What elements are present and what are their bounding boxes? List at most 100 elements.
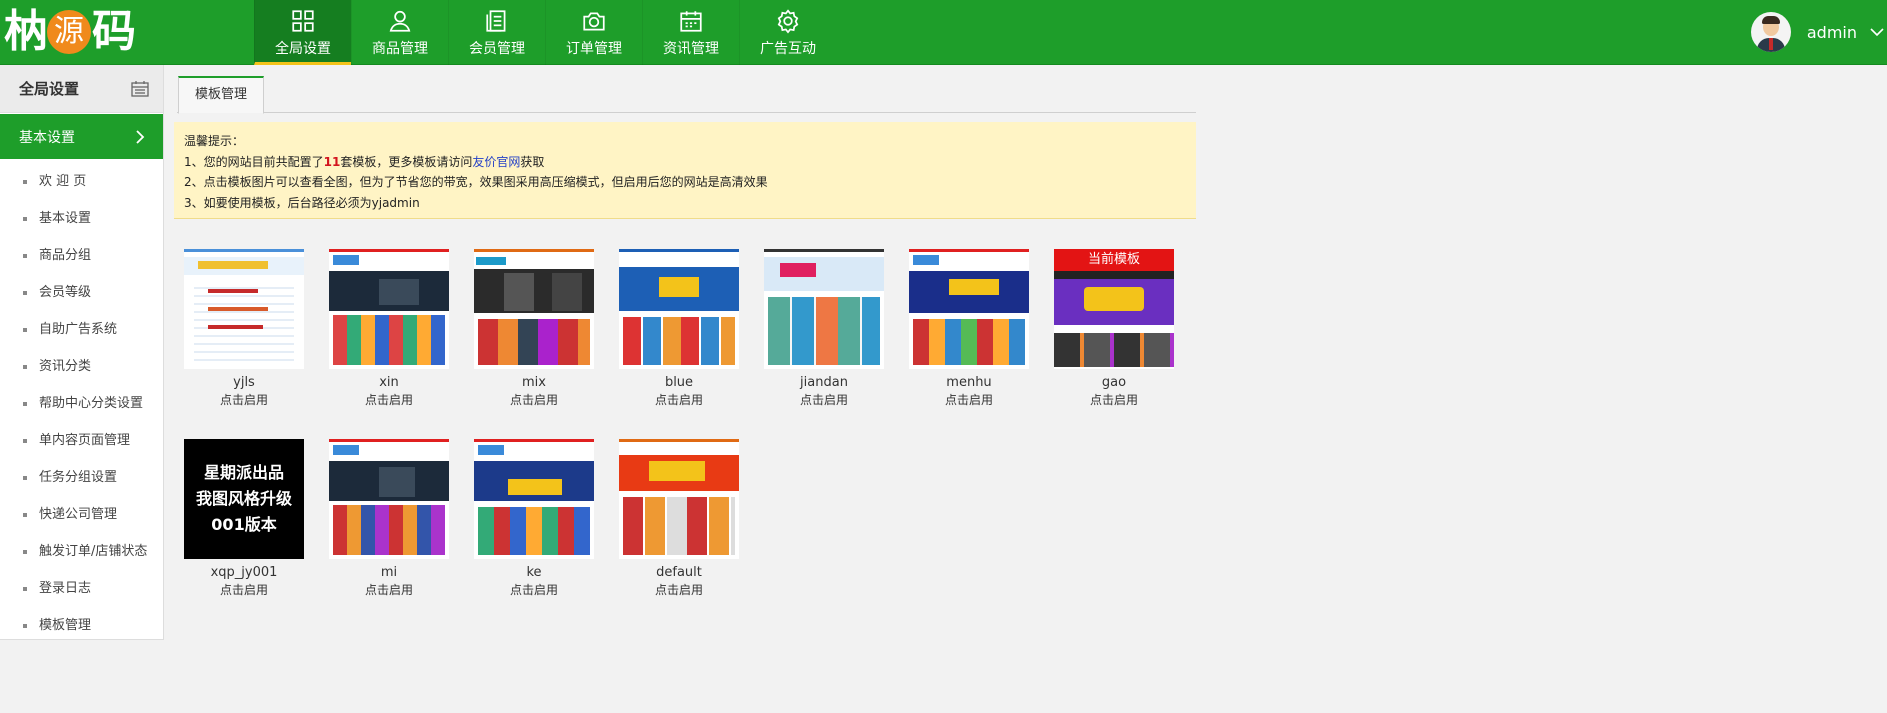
notice-line-1: 1、您的网站目前共配置了11套模板，更多模板请访问友价官网获取 bbox=[184, 154, 545, 169]
logo-text-left: 枘 bbox=[4, 6, 48, 57]
template-thumbnail[interactable]: 星期派出品 我图风格升级 001版本 bbox=[184, 439, 304, 559]
enable-template-link[interactable]: 点击启用 bbox=[474, 391, 594, 409]
calendar-icon[interactable] bbox=[130, 79, 150, 99]
template-thumbnail[interactable] bbox=[329, 439, 449, 559]
tips-notice: 温馨提示： 1、您的网站目前共配置了11套模板，更多模板请访问友价官网获取 2、… bbox=[174, 122, 1196, 219]
template-name: gao bbox=[1101, 375, 1127, 390]
thumbnail-caption-line: 星期派出品 bbox=[203, 463, 284, 482]
sidebar-item-single-pages[interactable]: 单内容页面管理 bbox=[0, 422, 163, 459]
thumbnail-caption-line: 001版本 bbox=[211, 515, 277, 534]
enable-template-link[interactable]: 点击启用 bbox=[764, 391, 884, 409]
sidebar-item-product-groups[interactable]: 商品分组 bbox=[0, 237, 163, 274]
template-thumbnail[interactable] bbox=[764, 249, 884, 369]
sidebar-item-couriers[interactable]: 快递公司管理 bbox=[0, 496, 163, 533]
sidebar-title: 全局设置 bbox=[19, 80, 80, 98]
nav-order-management[interactable]: 订单管理 bbox=[545, 0, 642, 65]
username: admin bbox=[1806, 22, 1857, 42]
template-name: menhu bbox=[946, 375, 992, 390]
template-card-mi: mi 点击启用 bbox=[329, 439, 449, 599]
grid-icon bbox=[292, 10, 314, 32]
sidebar-section-label: 基本设置 bbox=[19, 129, 75, 146]
logo[interactable]: 枘 源 码 bbox=[4, 4, 144, 60]
nav-global-settings[interactable]: 全局设置 bbox=[254, 0, 351, 65]
sidebar: 全局设置 基本设置 欢 迎 页 基本设置 商品分组 会员等级 自助广告系统 资讯… bbox=[0, 65, 164, 640]
user-icon bbox=[389, 10, 411, 32]
sidebar-item-login-log[interactable]: 登录日志 bbox=[0, 570, 163, 607]
official-site-link[interactable]: 友价官网 bbox=[472, 155, 520, 169]
enable-template-link[interactable]: 点击启用 bbox=[329, 391, 449, 409]
enable-template-link[interactable]: 点击启用 bbox=[184, 581, 304, 599]
template-card-jiandan: jiandan 点击启用 bbox=[764, 249, 884, 409]
template-thumbnail[interactable] bbox=[619, 439, 739, 559]
nav-news-management[interactable]: 资讯管理 bbox=[642, 0, 739, 65]
sidebar-section-basic-settings[interactable]: 基本设置 bbox=[0, 114, 163, 159]
nav-member-management[interactable]: 会员管理 bbox=[448, 0, 545, 65]
user-menu[interactable]: admin bbox=[1750, 10, 1887, 54]
nav-label: 广告互动 bbox=[760, 41, 816, 57]
enable-template-link[interactable]: 点击启用 bbox=[329, 581, 449, 599]
nav-label: 资讯管理 bbox=[663, 41, 719, 57]
template-name: mi bbox=[380, 565, 398, 580]
enable-template-link[interactable]: 点击启用 bbox=[909, 391, 1029, 409]
enable-template-link[interactable]: 点击启用 bbox=[619, 391, 739, 409]
template-card-menhu: menhu 点击启用 bbox=[909, 249, 1029, 409]
template-name: default bbox=[656, 565, 702, 580]
enable-template-link[interactable]: 点击启用 bbox=[474, 581, 594, 599]
template-thumbnail[interactable] bbox=[184, 249, 304, 369]
nav-label: 会员管理 bbox=[469, 41, 525, 57]
avatar[interactable] bbox=[1750, 12, 1791, 52]
template-name: blue bbox=[664, 375, 694, 390]
sidebar-item-news-categories[interactable]: 资讯分类 bbox=[0, 348, 163, 385]
nav-ad-interaction[interactable]: 广告互动 bbox=[739, 0, 836, 65]
template-thumbnail[interactable] bbox=[474, 249, 594, 369]
sidebar-item-welcome[interactable]: 欢 迎 页 bbox=[0, 163, 163, 200]
sidebar-item-basic-settings[interactable]: 基本设置 bbox=[0, 200, 163, 237]
notice-line-2: 2、点击模板图片可以查看全图，但为了节省您的带宽，效果图采用高压缩模式，但启用后… bbox=[184, 175, 768, 189]
notice-title: 温馨提示： bbox=[184, 134, 245, 148]
main-nav: 全局设置 商品管理 会员管理 订单管理 资讯管理 广告互动 bbox=[254, 0, 836, 65]
sidebar-header: 全局设置 bbox=[0, 65, 163, 113]
top-navigation-bar: 枘 源 码 全局设置 商品管理 会员管理 订单管理 资讯管理 广告互动 admi… bbox=[0, 0, 1887, 65]
template-name: mix bbox=[522, 375, 546, 390]
nav-label: 全局设置 bbox=[275, 41, 331, 57]
enable-template-link[interactable]: 点击启用 bbox=[1054, 391, 1174, 409]
chevron-right-icon bbox=[136, 129, 145, 144]
logo-text-right: 码 bbox=[92, 6, 136, 57]
calendar-icon bbox=[680, 11, 702, 32]
sidebar-item-help-categories[interactable]: 帮助中心分类设置 bbox=[0, 385, 163, 422]
sidebar-item-self-service-ads[interactable]: 自助广告系统 bbox=[0, 311, 163, 348]
template-thumbnail[interactable] bbox=[474, 439, 594, 559]
tab-template-management[interactable]: 模板管理 bbox=[178, 76, 264, 114]
template-thumbnail[interactable]: 当前模板 bbox=[1054, 249, 1174, 369]
template-card-default: default 点击启用 bbox=[619, 439, 739, 599]
template-thumbnail[interactable] bbox=[329, 249, 449, 369]
template-card-blue: blue 点击启用 bbox=[619, 249, 739, 409]
nav-label: 商品管理 bbox=[372, 41, 428, 57]
camera-icon bbox=[583, 12, 605, 31]
logo-badge: 源 bbox=[47, 10, 91, 54]
template-name: xin bbox=[379, 375, 399, 390]
chevron-down-icon[interactable] bbox=[1869, 24, 1885, 40]
gear-icon bbox=[777, 9, 799, 34]
sidebar-item-task-groups[interactable]: 任务分组设置 bbox=[0, 459, 163, 496]
nav-product-management[interactable]: 商品管理 bbox=[351, 0, 448, 65]
tab-bar: 模板管理 bbox=[177, 75, 1196, 114]
template-thumbnail[interactable] bbox=[619, 249, 739, 369]
sidebar-item-member-levels[interactable]: 会员等级 bbox=[0, 274, 163, 311]
template-card-xin: xin 点击启用 bbox=[329, 249, 449, 409]
template-card-mix: mix 点击启用 bbox=[474, 249, 594, 409]
template-name: xqp_jy001 bbox=[210, 565, 278, 580]
template-thumbnail[interactable] bbox=[909, 249, 1029, 369]
sidebar-item-template-management[interactable]: 模板管理 bbox=[0, 607, 163, 644]
enable-template-link[interactable]: 点击启用 bbox=[184, 391, 304, 409]
template-count: 11 bbox=[323, 154, 341, 169]
template-name: ke bbox=[526, 565, 542, 580]
sidebar-menu: 欢 迎 页 基本设置 商品分组 会员等级 自助广告系统 资讯分类 帮助中心分类设… bbox=[0, 159, 163, 644]
nav-label: 订单管理 bbox=[566, 41, 622, 57]
template-name: yjls bbox=[233, 375, 255, 390]
current-template-badge: 当前模板 bbox=[1054, 249, 1174, 271]
enable-template-link[interactable]: 点击启用 bbox=[619, 581, 739, 599]
template-name: jiandan bbox=[800, 375, 848, 390]
template-card-yjls: yjls 点击启用 bbox=[184, 249, 304, 409]
sidebar-item-trigger-status[interactable]: 触发订单/店铺状态 bbox=[0, 533, 163, 570]
